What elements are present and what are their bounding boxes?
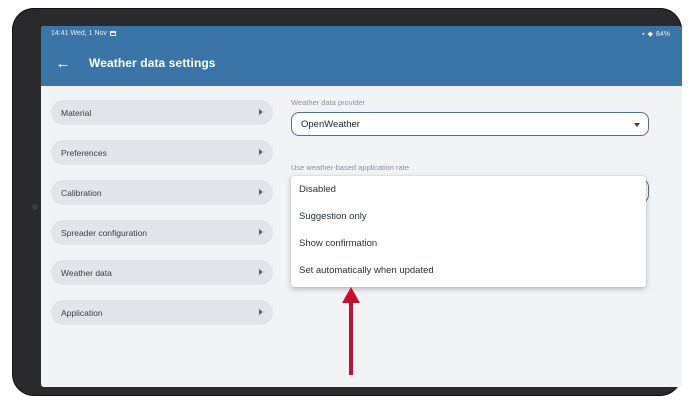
arrow-left-icon[interactable]: ← xyxy=(53,55,73,73)
dropdown-caret-icon xyxy=(634,123,640,127)
settings-menu: Material Preferences Calibration Spreade… xyxy=(51,100,273,340)
chevron-right-icon xyxy=(259,149,263,155)
calendar-icon xyxy=(109,31,116,36)
option-suggestion-only[interactable]: Suggestion only xyxy=(291,203,646,230)
menu-item-label: Calibration xyxy=(61,188,102,198)
menu-item-weather-data[interactable]: Weather data xyxy=(51,260,273,285)
option-show-confirmation[interactable]: Show confirmation xyxy=(291,230,646,257)
status-bar: 14:41 Wed, 1 Nov ▪ ◆ 84% xyxy=(41,26,682,42)
status-left: 14:41 Wed, 1 Nov xyxy=(51,30,116,37)
menu-item-preferences[interactable]: Preferences xyxy=(51,140,273,165)
tablet-frame: 14:41 Wed, 1 Nov ▪ ◆ 84% ← Weather data … xyxy=(12,8,682,396)
weather-provider-select[interactable]: OpenWeather xyxy=(291,112,649,136)
chevron-right-icon xyxy=(259,269,263,275)
wifi-icon: ◆ xyxy=(647,31,653,38)
page-title: Weather data settings xyxy=(89,56,216,70)
menu-item-label: Preferences xyxy=(61,148,107,158)
app-bar: ← Weather data settings xyxy=(41,42,682,86)
chevron-right-icon xyxy=(259,229,263,235)
status-time-date: 14:41 Wed, 1 Nov xyxy=(51,30,107,37)
app-screen: 14:41 Wed, 1 Nov ▪ ◆ 84% ← Weather data … xyxy=(41,26,682,387)
camera-dot xyxy=(32,204,38,210)
application-rate-dropdown: Disabled Suggestion only Show confirmati… xyxy=(291,176,646,287)
menu-item-spreader-configuration[interactable]: Spreader configuration xyxy=(51,220,273,245)
status-right: ▪ ◆ 84% xyxy=(642,30,670,39)
menu-item-application[interactable]: Application xyxy=(51,300,273,325)
annotation-arrow-shaft xyxy=(349,300,353,375)
weather-provider-value: OpenWeather xyxy=(301,119,360,130)
option-set-automatically[interactable]: Set automatically when updated xyxy=(291,257,646,284)
menu-item-label: Spreader configuration xyxy=(61,228,148,238)
chevron-right-icon xyxy=(259,109,263,115)
menu-item-label: Weather data xyxy=(61,268,112,278)
application-rate-label: Use weather-based application rate xyxy=(291,163,409,172)
weather-provider-label: Weather data provider xyxy=(291,98,366,107)
menu-item-calibration[interactable]: Calibration xyxy=(51,180,273,205)
menu-item-material[interactable]: Material xyxy=(51,100,273,125)
menu-item-label: Application xyxy=(61,308,103,318)
option-disabled[interactable]: Disabled xyxy=(291,176,646,203)
signal-icon: ▪ xyxy=(642,30,645,38)
menu-item-label: Material xyxy=(61,108,92,118)
battery-level: 84% xyxy=(655,30,670,38)
chevron-right-icon xyxy=(259,309,263,315)
chevron-right-icon xyxy=(259,189,263,195)
